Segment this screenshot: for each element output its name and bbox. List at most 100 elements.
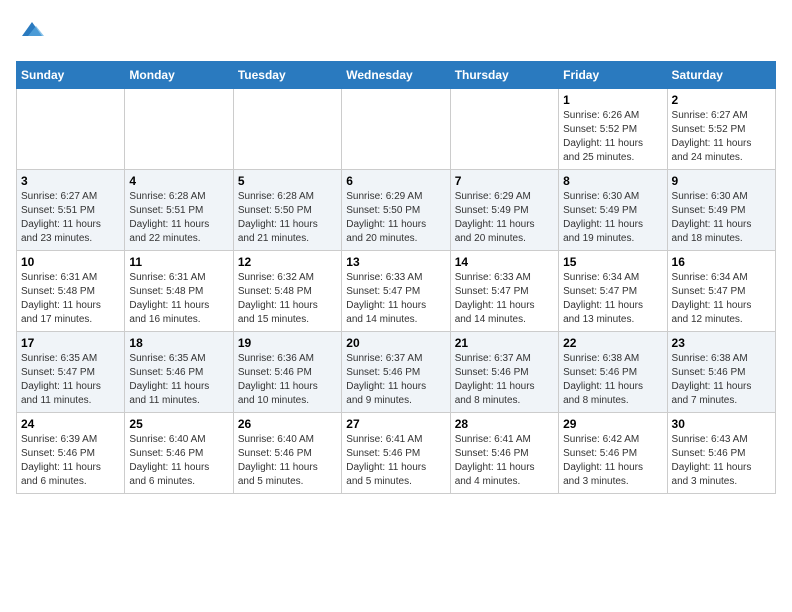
calendar-cell: 28 Sunrise: 6:41 AM Sunset: 5:46 PM Dayli… <box>450 412 558 493</box>
day-info: Sunrise: 6:35 AM Sunset: 5:47 PM Dayligh… <box>21 352 120 408</box>
day-info: Sunrise: 6:33 AM Sunset: 5:47 PM Dayligh… <box>346 271 445 327</box>
page-header <box>16 16 776 49</box>
day-info: Sunrise: 6:37 AM Sunset: 5:46 PM Dayligh… <box>346 352 445 408</box>
calendar-cell: 1Sunrise: 6:26 AM Sunset: 5:52 PM Daylig… <box>559 88 667 169</box>
day-number: 11 <box>129 255 228 269</box>
calendar-week-row: 17Sunrise: 6:35 AM Sunset: 5:47 PM Dayli… <box>17 331 776 412</box>
day-number: 25 <box>129 417 228 431</box>
calendar-cell: 7 Sunrise: 6:29 AM Sunset: 5:49 PM Daylig… <box>450 169 558 250</box>
calendar-cell: 13 Sunrise: 6:33 AM Sunset: 5:47 PM Dayli… <box>342 250 450 331</box>
calendar-cell: 9 Sunrise: 6:30 AM Sunset: 5:49 PM Daylig… <box>667 169 775 250</box>
day-number: 24 <box>21 417 120 431</box>
calendar-cell: 14Sunrise: 6:33 AM Sunset: 5:47 PM Dayli… <box>450 250 558 331</box>
calendar-cell: 10 Sunrise: 6:31 AM Sunset: 5:48 PM Dayli… <box>17 250 125 331</box>
calendar-table: SundayMondayTuesdayWednesdayThursdayFrid… <box>16 61 776 494</box>
day-info: Sunrise: 6:30 AM Sunset: 5:49 PM Dayligh… <box>672 190 771 246</box>
calendar-cell: 30 Sunrise: 6:43 AM Sunset: 5:46 PM Dayli… <box>667 412 775 493</box>
day-info: Sunrise: 6:31 AM Sunset: 5:48 PM Dayligh… <box>129 271 228 327</box>
day-number: 7 <box>455 174 554 188</box>
day-number: 22 <box>563 336 662 350</box>
day-number: 13 <box>346 255 445 269</box>
logo <box>16 16 46 49</box>
day-number: 9 <box>672 174 771 188</box>
weekday-header-wednesday: Wednesday <box>342 61 450 88</box>
calendar-week-row: 3Sunrise: 6:27 AM Sunset: 5:51 PM Daylig… <box>17 169 776 250</box>
calendar-cell: 2 Sunrise: 6:27 AM Sunset: 5:52 PM Daylig… <box>667 88 775 169</box>
day-number: 16 <box>672 255 771 269</box>
calendar-cell: 8 Sunrise: 6:30 AM Sunset: 5:49 PM Daylig… <box>559 169 667 250</box>
day-number: 8 <box>563 174 662 188</box>
weekday-header-thursday: Thursday <box>450 61 558 88</box>
day-info: Sunrise: 6:28 AM Sunset: 5:51 PM Dayligh… <box>129 190 228 246</box>
day-number: 2 <box>672 93 771 107</box>
day-info: Sunrise: 6:37 AM Sunset: 5:46 PM Dayligh… <box>455 352 554 408</box>
weekday-header-friday: Friday <box>559 61 667 88</box>
day-info: Sunrise: 6:33 AM Sunset: 5:47 PM Dayligh… <box>455 271 554 327</box>
day-number: 26 <box>238 417 337 431</box>
calendar-cell: 23 Sunrise: 6:38 AM Sunset: 5:46 PM Dayli… <box>667 331 775 412</box>
calendar-week-row: 1Sunrise: 6:26 AM Sunset: 5:52 PM Daylig… <box>17 88 776 169</box>
day-number: 18 <box>129 336 228 350</box>
calendar-cell: 15 Sunrise: 6:34 AM Sunset: 5:47 PM Dayli… <box>559 250 667 331</box>
calendar-cell: 6 Sunrise: 6:29 AM Sunset: 5:50 PM Daylig… <box>342 169 450 250</box>
day-info: Sunrise: 6:31 AM Sunset: 5:48 PM Dayligh… <box>21 271 120 327</box>
calendar-cell <box>342 88 450 169</box>
day-number: 1 <box>563 93 662 107</box>
calendar-cell: 11 Sunrise: 6:31 AM Sunset: 5:48 PM Dayli… <box>125 250 233 331</box>
day-info: Sunrise: 6:29 AM Sunset: 5:49 PM Dayligh… <box>455 190 554 246</box>
day-info: Sunrise: 6:40 AM Sunset: 5:46 PM Dayligh… <box>129 433 228 489</box>
day-info: Sunrise: 6:41 AM Sunset: 5:46 PM Dayligh… <box>455 433 554 489</box>
day-number: 29 <box>563 417 662 431</box>
day-info: Sunrise: 6:29 AM Sunset: 5:50 PM Dayligh… <box>346 190 445 246</box>
calendar-cell: 5 Sunrise: 6:28 AM Sunset: 5:50 PM Daylig… <box>233 169 341 250</box>
calendar-cell <box>17 88 125 169</box>
day-number: 4 <box>129 174 228 188</box>
day-number: 21 <box>455 336 554 350</box>
weekday-header-sunday: Sunday <box>17 61 125 88</box>
day-number: 5 <box>238 174 337 188</box>
day-info: Sunrise: 6:27 AM Sunset: 5:51 PM Dayligh… <box>21 190 120 246</box>
calendar-cell: 20 Sunrise: 6:37 AM Sunset: 5:46 PM Dayli… <box>342 331 450 412</box>
calendar-cell: 17Sunrise: 6:35 AM Sunset: 5:47 PM Dayli… <box>17 331 125 412</box>
day-info: Sunrise: 6:28 AM Sunset: 5:50 PM Dayligh… <box>238 190 337 246</box>
calendar-cell: 21 Sunrise: 6:37 AM Sunset: 5:46 PM Dayli… <box>450 331 558 412</box>
day-info: Sunrise: 6:34 AM Sunset: 5:47 PM Dayligh… <box>672 271 771 327</box>
day-info: Sunrise: 6:30 AM Sunset: 5:49 PM Dayligh… <box>563 190 662 246</box>
calendar-cell: 27Sunrise: 6:41 AM Sunset: 5:46 PM Dayli… <box>342 412 450 493</box>
day-info: Sunrise: 6:43 AM Sunset: 5:46 PM Dayligh… <box>672 433 771 489</box>
calendar-week-row: 24 Sunrise: 6:39 AM Sunset: 5:46 PM Dayli… <box>17 412 776 493</box>
calendar-cell <box>125 88 233 169</box>
calendar-cell: 4 Sunrise: 6:28 AM Sunset: 5:51 PM Daylig… <box>125 169 233 250</box>
calendar-cell: 24 Sunrise: 6:39 AM Sunset: 5:46 PM Dayli… <box>17 412 125 493</box>
day-number: 28 <box>455 417 554 431</box>
day-number: 20 <box>346 336 445 350</box>
day-info: Sunrise: 6:36 AM Sunset: 5:46 PM Dayligh… <box>238 352 337 408</box>
day-number: 12 <box>238 255 337 269</box>
day-info: Sunrise: 6:27 AM Sunset: 5:52 PM Dayligh… <box>672 109 771 165</box>
calendar-cell <box>450 88 558 169</box>
calendar-cell: 25 Sunrise: 6:40 AM Sunset: 5:46 PM Dayli… <box>125 412 233 493</box>
calendar-cell: 3Sunrise: 6:27 AM Sunset: 5:51 PM Daylig… <box>17 169 125 250</box>
day-info: Sunrise: 6:38 AM Sunset: 5:46 PM Dayligh… <box>672 352 771 408</box>
weekday-header-tuesday: Tuesday <box>233 61 341 88</box>
day-number: 19 <box>238 336 337 350</box>
day-number: 30 <box>672 417 771 431</box>
weekday-header-monday: Monday <box>125 61 233 88</box>
calendar-cell: 16 Sunrise: 6:34 AM Sunset: 5:47 PM Dayli… <box>667 250 775 331</box>
day-number: 15 <box>563 255 662 269</box>
day-info: Sunrise: 6:34 AM Sunset: 5:47 PM Dayligh… <box>563 271 662 327</box>
day-info: Sunrise: 6:41 AM Sunset: 5:46 PM Dayligh… <box>346 433 445 489</box>
day-info: Sunrise: 6:35 AM Sunset: 5:46 PM Dayligh… <box>129 352 228 408</box>
calendar-cell: 12 Sunrise: 6:32 AM Sunset: 5:48 PM Dayli… <box>233 250 341 331</box>
day-number: 6 <box>346 174 445 188</box>
day-info: Sunrise: 6:39 AM Sunset: 5:46 PM Dayligh… <box>21 433 120 489</box>
calendar-cell: 26 Sunrise: 6:40 AM Sunset: 5:46 PM Dayli… <box>233 412 341 493</box>
calendar-cell: 19 Sunrise: 6:36 AM Sunset: 5:46 PM Dayli… <box>233 331 341 412</box>
day-info: Sunrise: 6:32 AM Sunset: 5:48 PM Dayligh… <box>238 271 337 327</box>
calendar-cell: 22Sunrise: 6:38 AM Sunset: 5:46 PM Dayli… <box>559 331 667 412</box>
day-number: 10 <box>21 255 120 269</box>
day-info: Sunrise: 6:40 AM Sunset: 5:46 PM Dayligh… <box>238 433 337 489</box>
day-number: 23 <box>672 336 771 350</box>
logo-icon <box>18 16 46 44</box>
calendar-cell <box>233 88 341 169</box>
